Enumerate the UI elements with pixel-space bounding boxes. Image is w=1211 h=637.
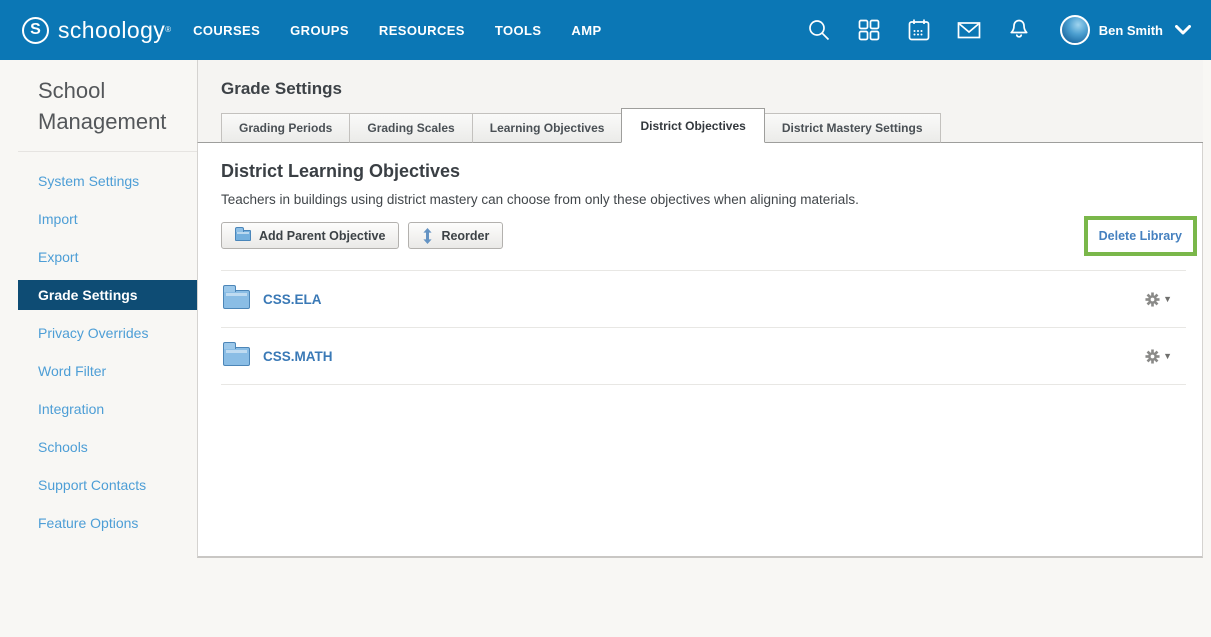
sidebar: School Management System Settings Import…	[0, 60, 197, 558]
sidebar-item-grade-settings[interactable]: Grade Settings	[18, 280, 197, 310]
schoology-wordmark: schoology	[58, 17, 165, 44]
sidebar-item-integration[interactable]: Integration	[18, 390, 197, 428]
menu-item-amp[interactable]: AMP	[571, 23, 601, 38]
search-icon[interactable]	[806, 17, 832, 43]
add-parent-objective-button[interactable]: Add Parent Objective	[221, 222, 399, 249]
main-layout: School Management System Settings Import…	[0, 60, 1211, 558]
section-description: Teachers in buildings using district mas…	[221, 192, 1186, 207]
tab-bar: Grading Periods Grading Scales Learning …	[221, 108, 940, 143]
add-parent-objective-label: Add Parent Objective	[259, 229, 385, 243]
page-header: Grade Settings Grading Periods Grading S…	[197, 60, 1203, 143]
top-navigation: S schoology ® COURSES GROUPS RESOURCES T…	[0, 0, 1211, 60]
tab-district-mastery-settings[interactable]: District Mastery Settings	[764, 113, 941, 143]
user-name: Ben Smith	[1099, 23, 1163, 38]
sidebar-divider	[18, 151, 197, 152]
sidebar-item-schools[interactable]: Schools	[18, 428, 197, 466]
primary-menu: COURSES GROUPS RESOURCES TOOLS AMP	[193, 23, 601, 38]
avatar[interactable]	[1060, 15, 1090, 45]
caret-down-icon: ▼	[1163, 352, 1172, 361]
reorder-arrows-icon	[422, 228, 433, 244]
objectives-list: CSS.ELA ▼ CSS.MATH ▼	[221, 270, 1186, 385]
tab-grading-periods[interactable]: Grading Periods	[221, 113, 350, 143]
menu-item-groups[interactable]: GROUPS	[290, 23, 349, 38]
sidebar-title: School Management	[38, 75, 183, 137]
chevron-down-icon[interactable]	[1175, 25, 1191, 36]
objective-link[interactable]: CSS.MATH	[263, 349, 333, 364]
app-grid-icon[interactable]	[856, 17, 882, 43]
objective-row-css-ela: CSS.ELA ▼	[221, 270, 1186, 327]
sidebar-item-support-contacts[interactable]: Support Contacts	[18, 466, 197, 504]
gear-dropdown-button[interactable]: ▼	[1145, 349, 1172, 364]
gear-icon	[1145, 292, 1160, 307]
notifications-icon[interactable]	[1006, 17, 1032, 43]
schoology-logo-icon: S	[22, 17, 49, 44]
tab-grading-scales[interactable]: Grading Scales	[349, 113, 472, 143]
messages-icon[interactable]	[956, 17, 982, 43]
sidebar-item-export[interactable]: Export	[18, 238, 197, 276]
content-area: Grade Settings Grading Periods Grading S…	[197, 60, 1203, 558]
calendar-icon[interactable]	[906, 17, 932, 43]
page-title: Grade Settings	[198, 60, 1203, 99]
objective-link[interactable]: CSS.ELA	[263, 292, 322, 307]
folder-icon	[223, 347, 250, 366]
tab-district-objectives[interactable]: District Objectives	[621, 108, 764, 143]
sidebar-item-import[interactable]: Import	[18, 200, 197, 238]
trademark-symbol: ®	[165, 23, 171, 37]
reorder-label: Reorder	[441, 229, 489, 243]
menu-item-courses[interactable]: COURSES	[193, 23, 260, 38]
menu-item-tools[interactable]: TOOLS	[495, 23, 542, 38]
reorder-button[interactable]: Reorder	[408, 222, 503, 249]
tab-panel: District Learning Objectives Teachers in…	[197, 143, 1203, 558]
user-menu[interactable]: Ben Smith	[1060, 15, 1191, 45]
nav-right-cluster: Ben Smith	[806, 15, 1191, 45]
folder-icon	[235, 230, 251, 241]
section-heading: District Learning Objectives	[221, 161, 1186, 182]
tab-learning-objectives[interactable]: Learning Objectives	[472, 113, 623, 143]
delete-library-link[interactable]: Delete Library	[1099, 229, 1182, 243]
schoology-logo[interactable]: S schoology ®	[22, 17, 171, 44]
folder-icon	[223, 290, 250, 309]
toolbar: Add Parent Objective Reorder Delete Libr…	[221, 222, 1186, 249]
menu-item-resources[interactable]: RESOURCES	[379, 23, 465, 38]
gear-icon	[1145, 349, 1160, 364]
sidebar-item-privacy-overrides[interactable]: Privacy Overrides	[18, 314, 197, 352]
gear-dropdown-button[interactable]: ▼	[1145, 292, 1172, 307]
caret-down-icon: ▼	[1163, 295, 1172, 304]
sidebar-item-feature-options[interactable]: Feature Options	[18, 504, 197, 542]
sidebar-item-word-filter[interactable]: Word Filter	[18, 352, 197, 390]
delete-library-highlight-box: Delete Library	[1084, 216, 1197, 256]
objective-row-css-math: CSS.MATH ▼	[221, 327, 1186, 384]
sidebar-item-system-settings[interactable]: System Settings	[18, 162, 197, 200]
